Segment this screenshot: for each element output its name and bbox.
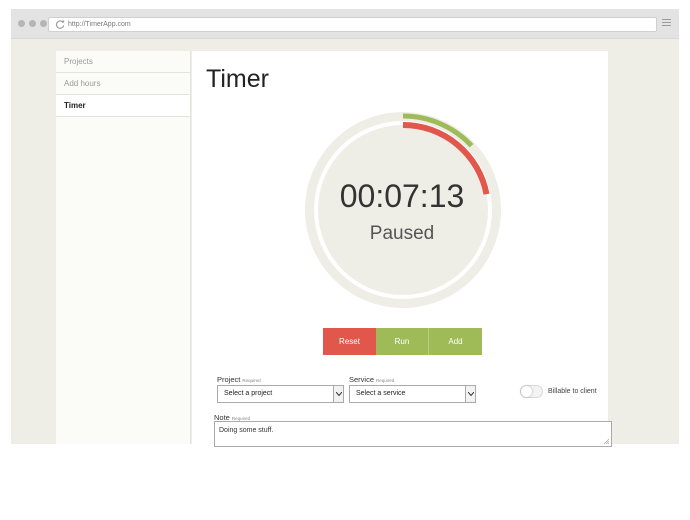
toggle-knob (521, 386, 532, 397)
sidebar-item-add-hours[interactable]: Add hours (56, 73, 190, 95)
chevron-down-icon (333, 386, 343, 402)
service-label-text: Service (349, 375, 375, 384)
project-label: Project Required (217, 375, 261, 384)
service-select[interactable]: Select a service (349, 385, 476, 403)
run-button[interactable]: Run (376, 328, 429, 355)
page-title: Timer (206, 65, 269, 93)
project-select-value: Select a project (224, 390, 273, 397)
project-select[interactable]: Select a project (217, 385, 344, 403)
window-controls (18, 20, 47, 27)
reload-icon[interactable] (55, 19, 66, 30)
url-text: http://TimerApp.com (68, 21, 131, 28)
billable-label: Billable to client (548, 388, 597, 395)
note-value: Doing some stuff. (219, 427, 274, 434)
window-dot[interactable] (29, 20, 36, 27)
add-button[interactable]: Add (429, 328, 482, 355)
sidebar: Projects Add hours Timer (56, 51, 191, 444)
hamburger-menu-icon[interactable] (662, 19, 671, 28)
browser-toolbar: http://TimerApp.com (11, 9, 679, 39)
main-panel: Timer 00:07:13 Paused Reset Run Add Proj… (192, 51, 612, 447)
sidebar-item-projects[interactable]: Projects (56, 51, 190, 73)
sidebar-item-timer[interactable]: Timer (56, 95, 190, 117)
reset-button[interactable]: Reset (323, 328, 376, 355)
service-select-value: Select a service (356, 390, 406, 397)
billable-toggle[interactable] (520, 385, 543, 398)
timer-status: Paused (369, 223, 435, 244)
resize-grip-icon[interactable] (603, 438, 609, 444)
note-textarea[interactable]: Doing some stuff. (214, 421, 612, 447)
window-dot[interactable] (18, 20, 25, 27)
browser-window: http://TimerApp.com Projects Add hours T… (11, 9, 679, 447)
chevron-down-icon (465, 386, 475, 402)
timer-time: 00:07:13 (339, 178, 465, 214)
service-label: Service Required (349, 375, 394, 384)
project-label-text: Project (217, 375, 241, 384)
service-required-note: Required (376, 378, 395, 383)
window-dot[interactable] (40, 20, 47, 27)
project-required-note: Required (242, 378, 261, 383)
address-bar[interactable]: http://TimerApp.com (48, 17, 657, 32)
timer-button-group: Reset Run Add (323, 328, 482, 355)
